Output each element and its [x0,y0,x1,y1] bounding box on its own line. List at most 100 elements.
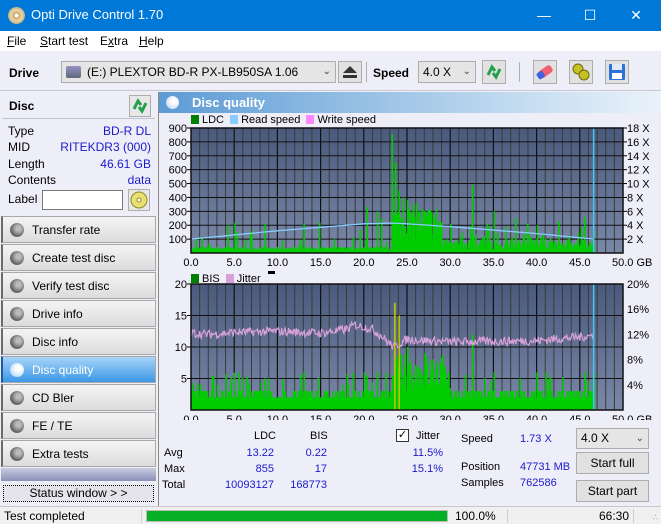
x-tick-label: 30.0 [439,414,460,420]
stats-total-bis: 168773 [290,479,327,491]
status-divider [141,509,142,523]
y-tick-label-left: 100 [169,234,187,246]
bar-peak [394,302,396,410]
disc-info-value: RITEKDR3 (000) [60,140,151,154]
transfer-rate-icon [10,223,24,237]
start-part-button[interactable]: Start part [576,480,649,502]
position-value: 47731 MB [520,461,571,473]
toolbar: Drive (E:) PLEXTOR BD-R PX-LB950SA 1.06 … [0,51,661,91]
menu-file[interactable]: File [7,34,26,48]
position-label: Position [461,461,501,473]
start-full-button[interactable]: Start full [576,452,649,474]
bar-peak [515,218,517,253]
drive-select[interactable]: (E:) PLEXTOR BD-R PX-LB950SA 1.06 ⌄ [61,61,336,83]
bar-peak [264,223,267,253]
y-tick-label-right: 8 X [627,192,644,204]
settings-button[interactable] [569,60,593,84]
status-divider [507,509,508,523]
menu-bar: File Start test Extra Help [0,31,661,51]
nav-fe-te[interactable]: FE / TE [1,412,156,439]
stats-avg-jitter: 11.5% [412,447,443,459]
bar-peak [545,372,547,410]
resize-grip-icon[interactable]: ∴ [653,513,658,522]
bar-peak [432,214,435,253]
stats-row-label: Max [164,463,185,475]
nav-disc-info[interactable]: Disc info [1,328,156,355]
menu-start-test[interactable]: Start test [40,34,88,48]
disc-refresh-button[interactable] [129,95,151,117]
bar-peak [519,378,521,410]
menu-start-test-rest: tart test [48,34,89,48]
eject-icon [343,66,357,78]
disc-label-input[interactable] [42,190,123,210]
stats-total-ldc: 10093127 [225,479,274,491]
x-tick-label: 0.0 [183,257,198,269]
bar-peak [471,184,474,253]
jitter-label: Jitter [416,430,440,442]
main-panel: Disc quality LDC Read speed Write speed … [158,92,661,506]
refresh-button[interactable] [482,60,506,84]
y-tick-label-left: 500 [169,179,187,191]
x-tick-label: 15.0 [310,414,331,420]
nav-verify-test-disc[interactable]: Verify test disc [1,272,156,299]
nav-disc-quality[interactable]: Disc quality [1,356,156,383]
y-tick-label-right: 20% [627,279,649,291]
bar-peak [398,315,400,410]
toolbar-separator [366,62,367,82]
samples-value: 762586 [520,477,557,489]
bar-peak [407,200,409,253]
nav-create-test-disc[interactable]: Create test disc [1,244,156,271]
eject-button[interactable] [338,61,362,83]
bar-peak [493,211,495,253]
progress-text: 100.0% [455,509,496,523]
bar-peak [303,372,305,410]
y-tick-label-left: 200 [169,220,187,232]
bar-peak [234,222,236,253]
nav-transfer-rate[interactable]: Transfer rate [1,216,156,243]
y-tick-label-right: 16% [627,304,649,316]
test-speed-select[interactable]: 4.0 X ⌄ [576,428,649,449]
title-bar: Opti Drive Control 1.70 — ☐ ✕ [0,0,661,31]
disc-label-button[interactable] [128,189,150,211]
x-tick-label: 35.0 [483,257,504,269]
bar-peak [264,378,267,410]
bar-peak [398,190,400,253]
nav-drive-info[interactable]: Drive info [1,300,156,327]
status-window-button[interactable]: Status window > > [3,485,154,502]
nav-extra-tests[interactable]: Extra tests [1,440,156,467]
chevron-down-icon: ⌄ [322,66,331,77]
menu-help[interactable]: Help [139,34,164,48]
close-button[interactable]: ✕ [613,0,659,31]
menu-extra[interactable]: Extra [100,34,128,48]
jitter-checkbox[interactable]: ✓ [396,429,409,442]
drive-icon [66,66,81,78]
disc-info-contents: Contents data [8,173,151,189]
bar-peak [441,372,444,410]
bar-peak [195,239,197,253]
nav-cd-bler[interactable]: CD Bler [1,384,156,411]
minimize-button[interactable]: — [521,0,567,31]
bar-peak [394,162,397,253]
bar-peak [342,384,344,410]
y-tick-label-right: 4% [627,380,643,392]
y-tick-label-left: 700 [169,151,187,163]
x-tick-label: 40.0 [526,414,547,420]
chevron-down-icon: ⌄ [462,66,471,77]
save-button[interactable] [605,60,629,84]
settings-icon [572,63,590,81]
speed-select[interactable]: 4.0 X ⌄ [418,61,476,83]
disc-info-icon [10,335,24,349]
stats-avg-bis: 0.22 [305,447,327,459]
disc-header-title: Disc [9,99,35,113]
maximize-button[interactable]: ☐ [567,0,613,31]
y-tick-label-left: 900 [169,123,187,135]
speed-stat-label: Speed [461,433,493,445]
bar-peak [471,334,474,410]
x-tick-label: 45.0 [569,414,590,420]
y-tick-label-right: 18 X [627,123,650,135]
erase-button[interactable] [533,60,557,84]
bar-peak [450,223,452,253]
toolbar-separator [519,62,520,82]
x-tick-label: 30.0 [439,257,460,269]
bar-peak [558,221,560,253]
